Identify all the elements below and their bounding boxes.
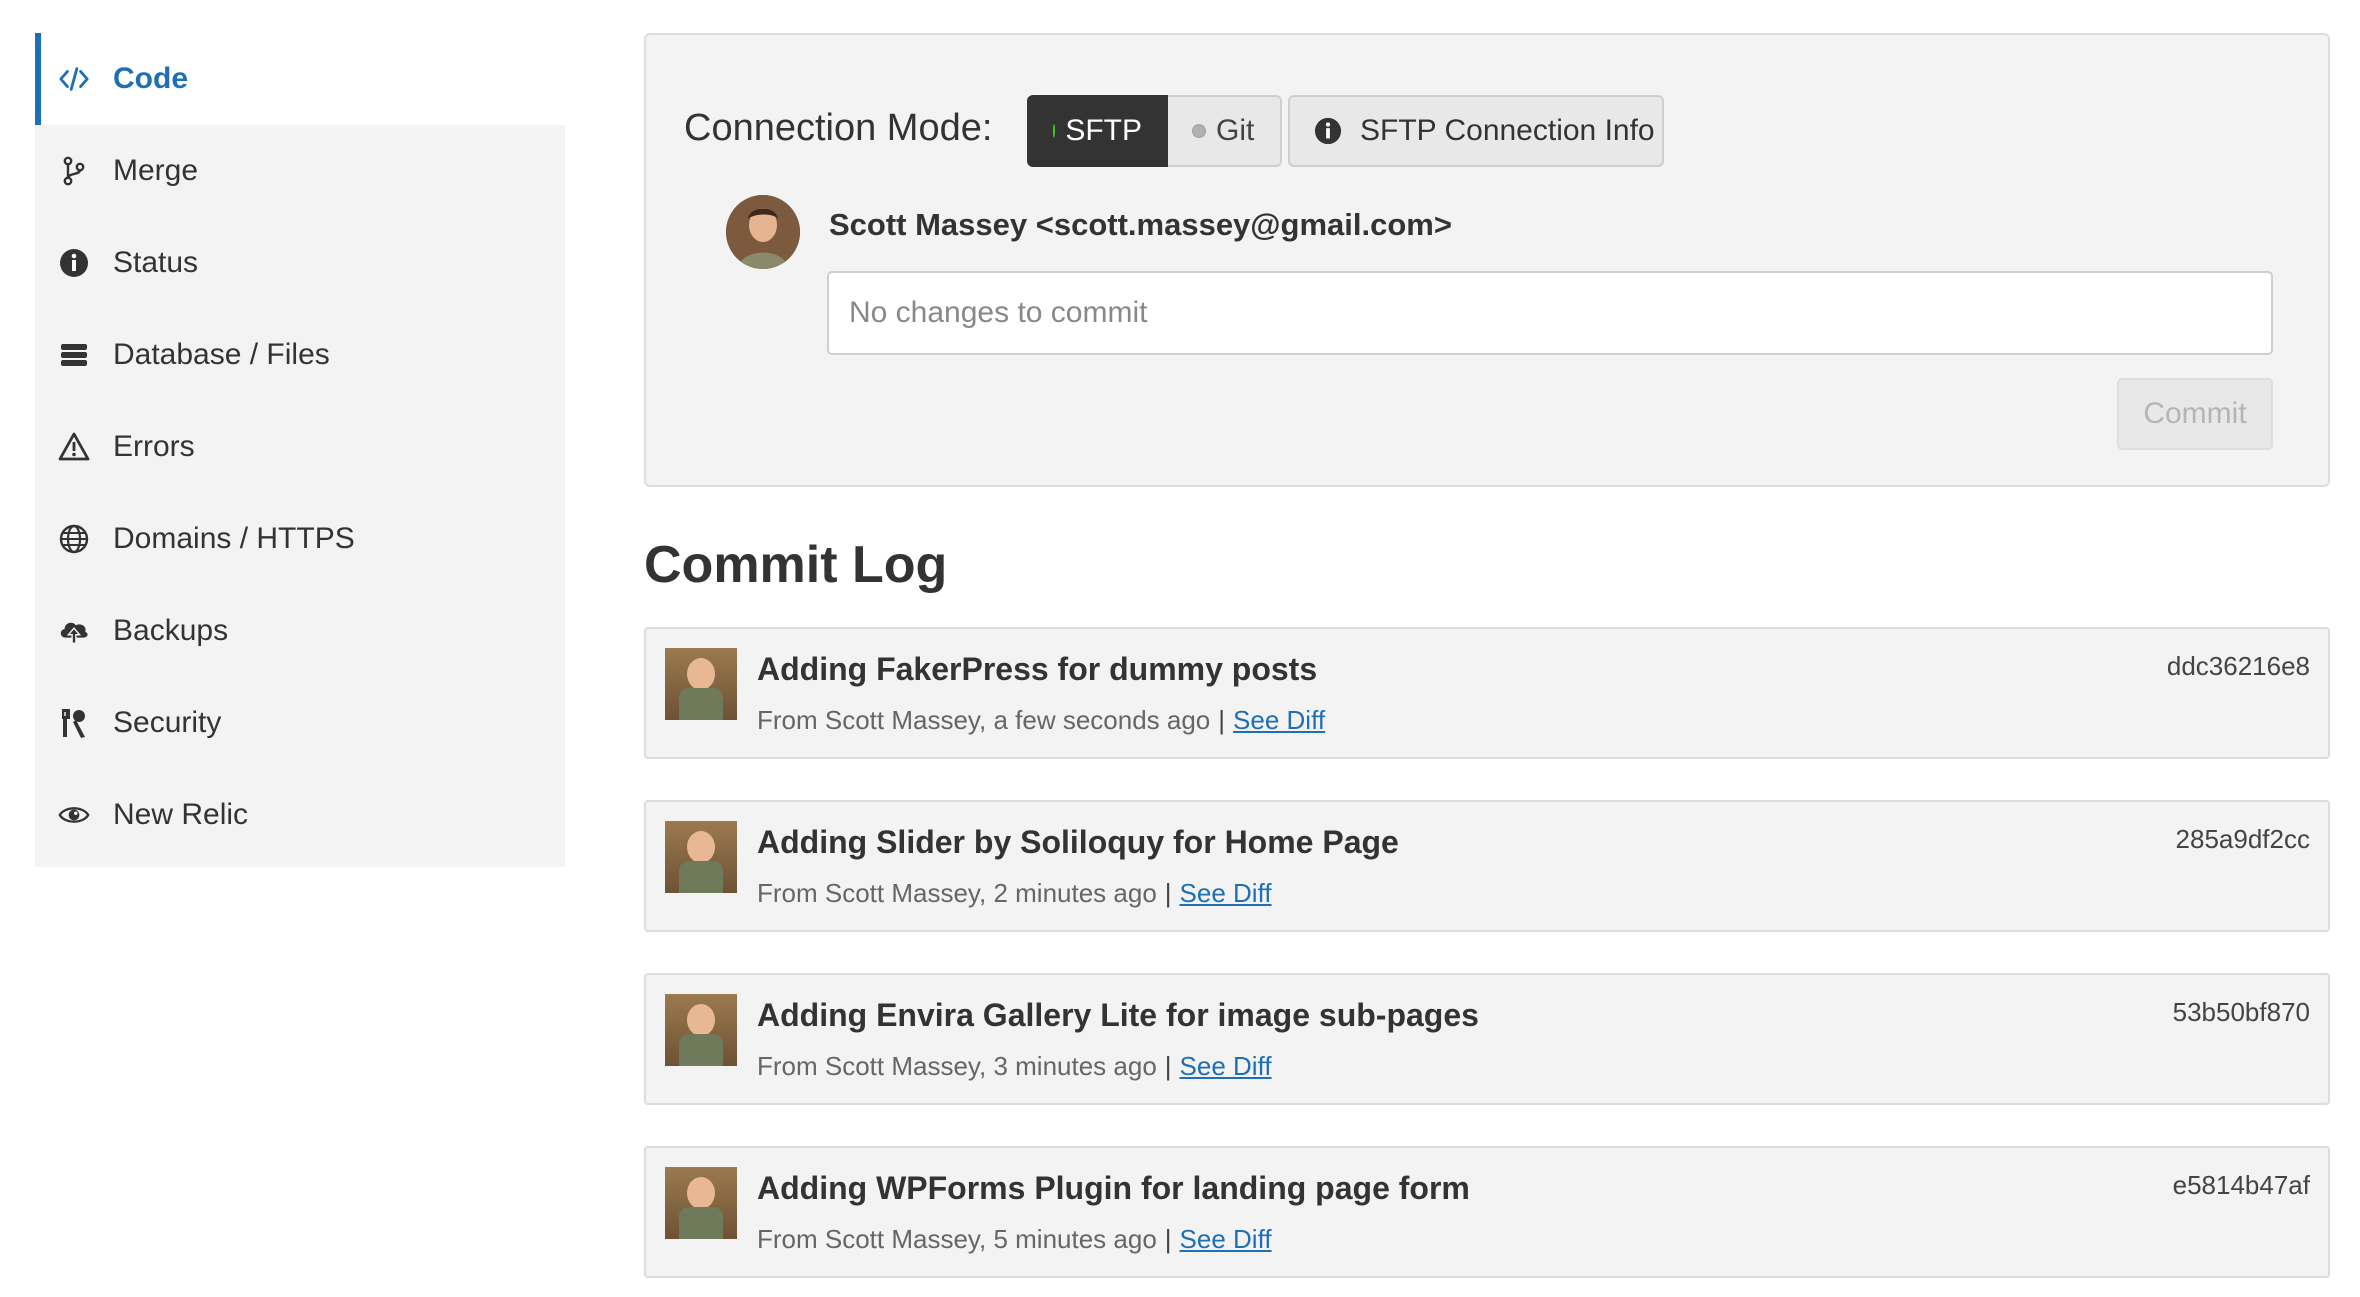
commit-meta: From Scott Massey, 3 minutes ago | See Dif… bbox=[757, 1051, 1272, 1082]
commit-meta: From Scott Massey, 2 minutes ago | See Dif… bbox=[757, 878, 1272, 909]
commit-author-avatar bbox=[665, 821, 737, 893]
commit-message-input[interactable] bbox=[827, 271, 2273, 355]
commit-button[interactable]: Commit bbox=[2117, 378, 2273, 450]
see-diff-link[interactable]: See Diff bbox=[1233, 705, 1325, 735]
info-icon bbox=[1314, 117, 1342, 145]
commit-hash: e5814b47af bbox=[2172, 1170, 2310, 1200]
commit-author: Scott Massey <scott.massey@gmail.com> bbox=[829, 207, 1452, 242]
sidebar-item-label: Database / Files bbox=[113, 338, 330, 371]
commit-hash: 53b50bf870 bbox=[2172, 997, 2310, 1027]
git-status-dot-icon bbox=[1192, 124, 1206, 138]
security-icon bbox=[58, 707, 90, 739]
sidebar-item-security[interactable]: Security bbox=[35, 677, 565, 769]
commit-meta-separator: | bbox=[1164, 1051, 1172, 1081]
commit-meta: From Scott Massey, 5 minutes ago | See Dif… bbox=[757, 1224, 1272, 1255]
sftp-mode-label: SFTP bbox=[1065, 114, 1142, 147]
git-mode-button[interactable]: Git bbox=[1168, 95, 1282, 167]
author-avatar bbox=[726, 195, 800, 269]
sidebar-item-status[interactable]: Status bbox=[35, 217, 565, 309]
commit-author-avatar bbox=[665, 1167, 737, 1239]
database-icon bbox=[58, 339, 90, 371]
sidebar-item-database-files[interactable]: Database / Files bbox=[35, 309, 565, 401]
commit-author-avatar bbox=[665, 648, 737, 720]
sftp-status-dot-icon bbox=[1053, 124, 1056, 138]
commit-message: Adding WPForms Plugin for landing page f… bbox=[757, 1170, 1470, 1206]
commit-meta-text: From Scott Massey, 3 minutes ago bbox=[757, 1051, 1157, 1081]
sftp-connection-info-button[interactable]: SFTP Connection Info bbox=[1288, 95, 1664, 167]
commit-hash: ddc36216e8 bbox=[2166, 651, 2310, 681]
commit-meta-text: From Scott Massey, 2 minutes ago bbox=[757, 878, 1157, 908]
globe-icon bbox=[58, 523, 90, 555]
code-icon bbox=[58, 63, 90, 95]
commit-message: Adding FakerPress for dummy posts bbox=[757, 651, 1318, 687]
eye-icon bbox=[58, 799, 90, 831]
commit-log-entry: Adding FakerPress for dummy posts From S… bbox=[644, 627, 2330, 759]
see-diff-link[interactable]: See Diff bbox=[1180, 1224, 1272, 1254]
sidebar-item-new-relic[interactable]: New Relic bbox=[35, 769, 565, 861]
sidebar-item-domains-https[interactable]: Domains / HTTPS bbox=[35, 493, 565, 585]
sidebar-item-code[interactable]: Code bbox=[35, 33, 565, 125]
sidebar-item-label: Security bbox=[113, 706, 222, 739]
sftp-connection-info-label: SFTP Connection Info bbox=[1360, 114, 1655, 147]
merge-icon bbox=[58, 155, 90, 187]
commit-author-avatar bbox=[665, 994, 737, 1066]
sidebar-item-label: Merge bbox=[113, 154, 199, 187]
sidebar-item-errors[interactable]: Errors bbox=[35, 401, 565, 493]
sidebar-item-label: Backups bbox=[113, 614, 229, 647]
commit-log-entry: Adding WPForms Plugin for landing page f… bbox=[644, 1146, 2330, 1278]
sidebar-item-label: Domains / HTTPS bbox=[113, 522, 355, 555]
git-mode-label: Git bbox=[1216, 114, 1255, 147]
commit-log-entry: Adding Slider by Soliloquy for Home Page… bbox=[644, 800, 2330, 932]
commit-meta: From Scott Massey, a few seconds ago | See… bbox=[757, 705, 1325, 736]
cloud-upload-icon bbox=[58, 615, 90, 647]
commit-meta-text: From Scott Massey, a few seconds ago bbox=[757, 705, 1211, 735]
sidebar-item-label: Status bbox=[113, 246, 199, 279]
sidebar-item-label: New Relic bbox=[113, 798, 249, 831]
sidebar-item-backups[interactable]: Backups bbox=[35, 585, 565, 677]
commit-message: Adding Slider by Soliloquy for Home Page bbox=[757, 824, 1399, 860]
commit-panel: Connection Mode: SFTP Git SFTP Connectio… bbox=[644, 33, 2330, 487]
commit-message: Adding Envira Gallery Lite for image sub… bbox=[757, 997, 1479, 1033]
see-diff-link[interactable]: See Diff bbox=[1180, 1051, 1272, 1081]
connection-mode-label: Connection Mode: bbox=[684, 107, 993, 149]
commit-meta-separator: | bbox=[1218, 705, 1226, 735]
commit-meta-separator: | bbox=[1164, 878, 1172, 908]
commit-meta-text: From Scott Massey, 5 minutes ago bbox=[757, 1224, 1157, 1254]
commit-log-title: Commit Log bbox=[644, 536, 948, 594]
commit-hash: 285a9df2cc bbox=[2175, 824, 2310, 854]
sidebar-nav: Code Merge Status Database / Files Error… bbox=[35, 33, 565, 867]
sidebar-item-label: Code bbox=[113, 62, 188, 95]
connection-mode-toggle: SFTP Git bbox=[1027, 95, 1282, 167]
warning-icon bbox=[58, 431, 90, 463]
sidebar-item-label: Errors bbox=[113, 430, 195, 463]
commit-meta-separator: | bbox=[1164, 1224, 1172, 1254]
sidebar-item-merge[interactable]: Merge bbox=[35, 125, 565, 217]
commit-log-entry: Adding Envira Gallery Lite for image sub… bbox=[644, 973, 2330, 1105]
info-icon bbox=[58, 247, 90, 279]
see-diff-link[interactable]: See Diff bbox=[1180, 878, 1272, 908]
sftp-mode-button[interactable]: SFTP bbox=[1027, 95, 1168, 167]
